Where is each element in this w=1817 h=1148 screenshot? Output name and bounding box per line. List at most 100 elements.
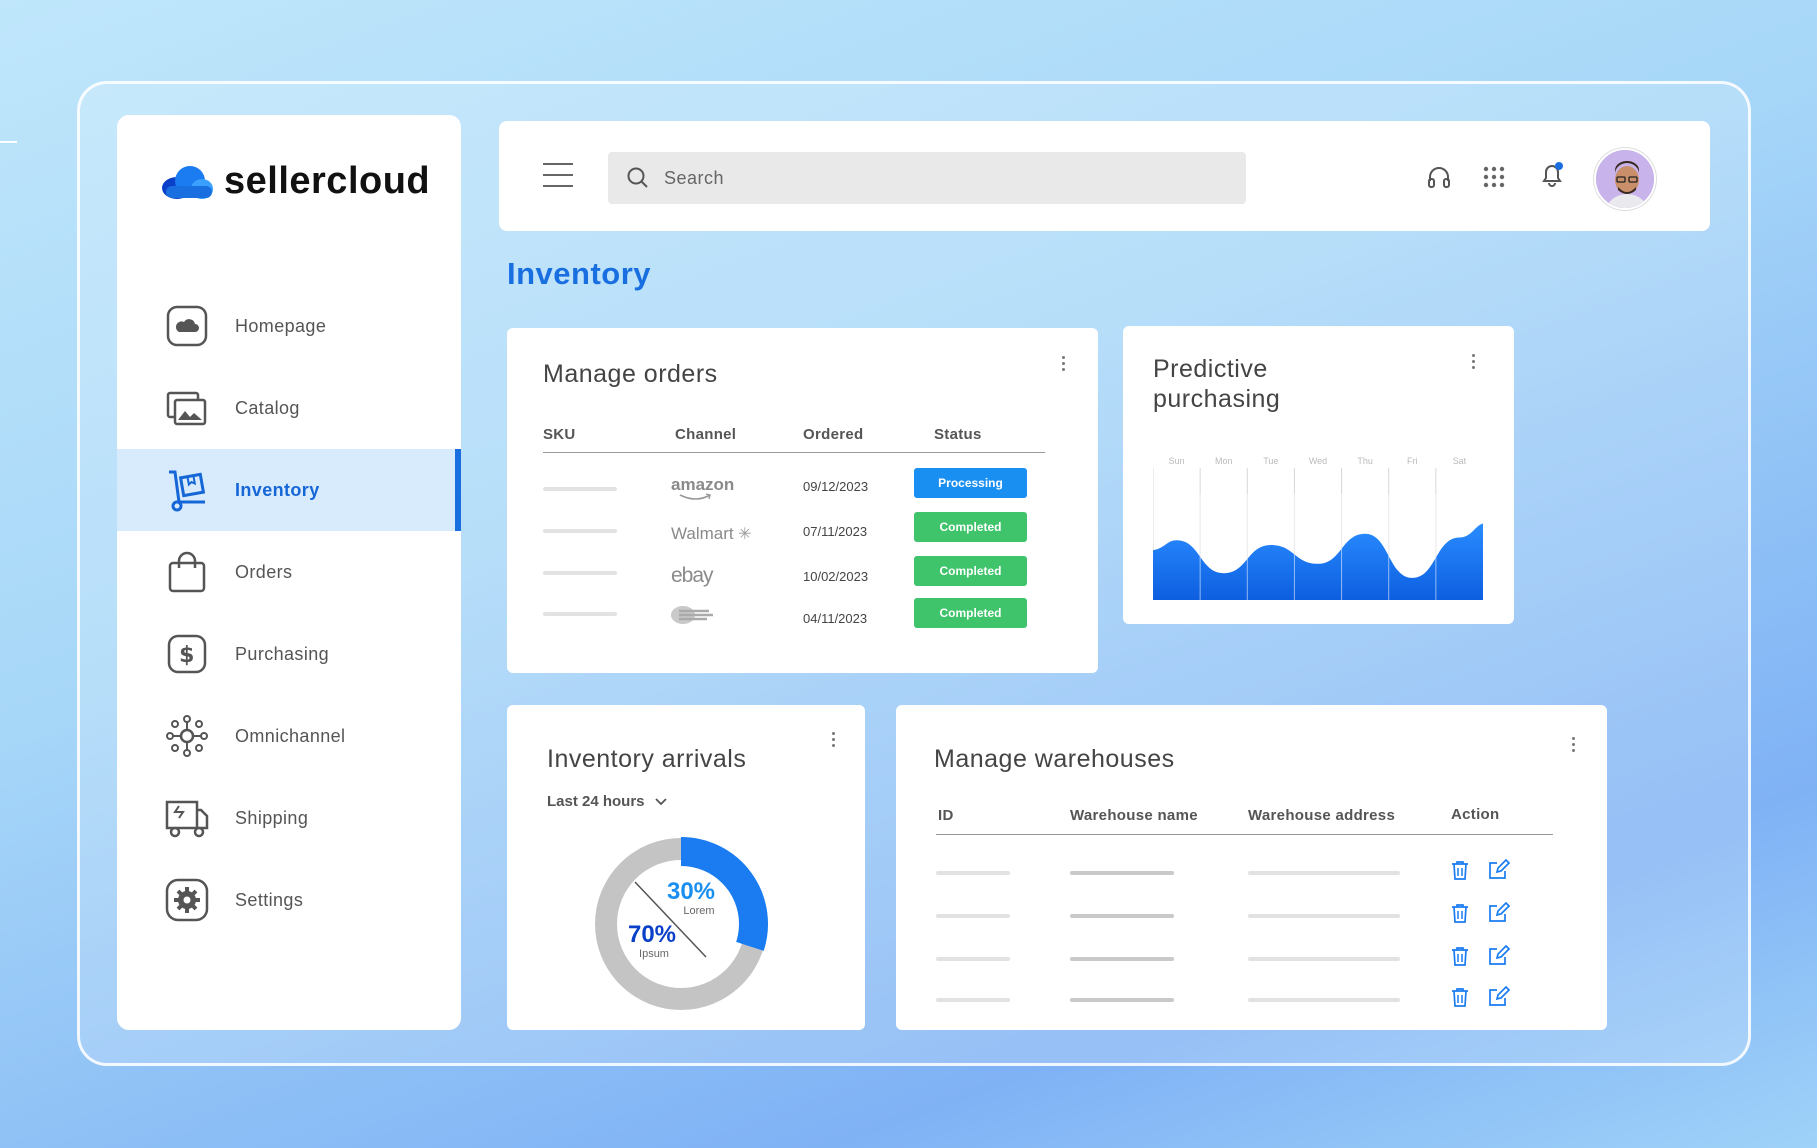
card-title: Inventory arrivals	[547, 745, 747, 773]
more-options-icon[interactable]	[1471, 354, 1477, 372]
trash-icon[interactable]	[1449, 945, 1471, 967]
sidebar-item-catalog[interactable]: Catalog	[117, 367, 461, 449]
menu-icon[interactable]	[543, 163, 573, 187]
area-chart: Sun Mon Tue Wed Thu Fri Sat	[1153, 456, 1483, 600]
cloud-logo-icon	[162, 165, 213, 199]
shopping-bag-icon	[165, 550, 209, 594]
id-placeholder	[936, 914, 1010, 918]
more-options-icon[interactable]	[1571, 737, 1577, 755]
sku-placeholder	[543, 571, 617, 575]
ordered-date: 10/02/2023	[803, 569, 869, 584]
column-header: Channel	[675, 426, 737, 443]
sidebar-item-shipping[interactable]: Shipping	[117, 777, 461, 859]
slice-label: Lorem	[683, 905, 714, 917]
address-placeholder	[1248, 998, 1400, 1002]
tick-label: Thu	[1357, 456, 1373, 466]
edit-icon[interactable]	[1488, 859, 1510, 881]
bell-icon[interactable]	[1538, 161, 1566, 189]
more-options-icon[interactable]	[1061, 356, 1067, 374]
sidebar-item-label: Inventory	[235, 479, 320, 500]
status-badge: Completed	[914, 556, 1027, 586]
page-title: Inventory	[507, 256, 652, 291]
edit-icon[interactable]	[1488, 986, 1510, 1008]
slice-percent: 70%	[628, 921, 676, 948]
sidebar-item-omnichannel[interactable]: Omnichannel	[117, 695, 461, 777]
truck-icon	[165, 796, 209, 840]
headset-icon[interactable]	[1425, 163, 1453, 191]
search-input[interactable]	[664, 167, 1204, 189]
sidebar: sellercloud Homepage Catalog Inventory O…	[117, 115, 461, 1030]
status-badge: Completed	[914, 512, 1027, 542]
column-header: Warehouse name	[1070, 807, 1198, 824]
tick-label: Wed	[1309, 456, 1327, 466]
sidebar-item-inventory[interactable]: Inventory	[117, 449, 461, 531]
edit-icon[interactable]	[1488, 902, 1510, 924]
tick-label: Sun	[1169, 456, 1185, 466]
ordered-date: 07/11/2023	[803, 524, 868, 539]
address-placeholder	[1248, 914, 1400, 918]
address-placeholder	[1248, 871, 1400, 875]
tick-label: Tue	[1263, 456, 1278, 466]
ebay-logo: ebay	[671, 564, 714, 587]
tick-label: Fri	[1407, 456, 1418, 466]
sidebar-item-settings[interactable]: Settings	[117, 859, 461, 941]
edge-tick	[0, 141, 17, 143]
period-label: Last 24 hours	[547, 793, 645, 810]
period-dropdown[interactable]: Last 24 hours	[547, 793, 667, 810]
network-icon	[165, 714, 209, 758]
sidebar-item-purchasing[interactable]: $ Purchasing	[117, 613, 461, 695]
name-placeholder	[1070, 871, 1174, 875]
ordered-date: 09/12/2023	[803, 479, 869, 494]
walmart-logo: Walmart ✳	[671, 524, 752, 543]
sidebar-item-label: Purchasing	[235, 643, 330, 664]
column-header: Action	[1451, 806, 1500, 823]
trash-icon[interactable]	[1449, 902, 1471, 924]
area-series	[1153, 523, 1483, 600]
id-placeholder	[936, 998, 1010, 1002]
sidebar-item-label: Catalog	[235, 397, 300, 418]
status-badge: Processing	[914, 468, 1027, 498]
sidebar-item-label: Settings	[235, 889, 304, 910]
sidebar-item-label: Shipping	[235, 807, 309, 828]
header-divider	[936, 834, 1553, 835]
logo[interactable]: sellercloud	[160, 160, 430, 203]
column-header: Warehouse address	[1248, 807, 1396, 824]
id-placeholder	[936, 957, 1010, 961]
name-placeholder	[1070, 998, 1174, 1002]
home-cloud-icon	[165, 304, 209, 348]
ordered-date: 04/11/2023	[803, 611, 868, 626]
dollar-icon: $	[165, 632, 209, 676]
trash-icon[interactable]	[1449, 986, 1471, 1008]
svg-text:$: $	[179, 643, 195, 668]
avatar[interactable]	[1594, 148, 1656, 210]
more-options-icon[interactable]	[831, 732, 837, 750]
sidebar-item-orders[interactable]: Orders	[117, 531, 461, 613]
edit-icon[interactable]	[1488, 945, 1510, 967]
name-placeholder	[1070, 957, 1174, 961]
predictive-purchasing-card: Predictive purchasing Sun Mon Tue Wed Thu Fri…	[1123, 326, 1514, 624]
manage-orders-card: Manage orders SKU Channel Ordered Status…	[507, 328, 1098, 673]
manage-warehouses-card: Manage warehouses ID Warehouse name Ware…	[896, 705, 1607, 1030]
brand-name: sellercloud	[224, 160, 431, 202]
sidebar-nav: Homepage Catalog Inventory Orders $ Purc…	[117, 285, 461, 941]
gear-icon	[165, 878, 209, 922]
column-header: Status	[934, 426, 982, 443]
card-title: Manage orders	[543, 360, 718, 388]
status-badge: Completed	[914, 598, 1027, 628]
tick-label: Sat	[1453, 456, 1467, 466]
id-placeholder	[936, 871, 1010, 875]
trash-icon[interactable]	[1449, 859, 1471, 881]
sidebar-item-label: Orders	[235, 561, 293, 582]
amazon-logo: amazon	[671, 475, 734, 500]
sku-placeholder	[543, 529, 617, 533]
header-divider	[543, 452, 1045, 453]
search-icon	[627, 167, 648, 188]
search-bar[interactable]	[608, 152, 1246, 204]
top-bar	[499, 121, 1710, 231]
chevron-down-icon	[654, 797, 667, 805]
tick-label: Mon	[1215, 456, 1233, 466]
sidebar-item-homepage[interactable]: Homepage	[117, 285, 461, 367]
column-header: ID	[938, 807, 954, 824]
slice-percent: 30%	[667, 878, 715, 905]
apps-grid-icon[interactable]	[1480, 163, 1508, 191]
